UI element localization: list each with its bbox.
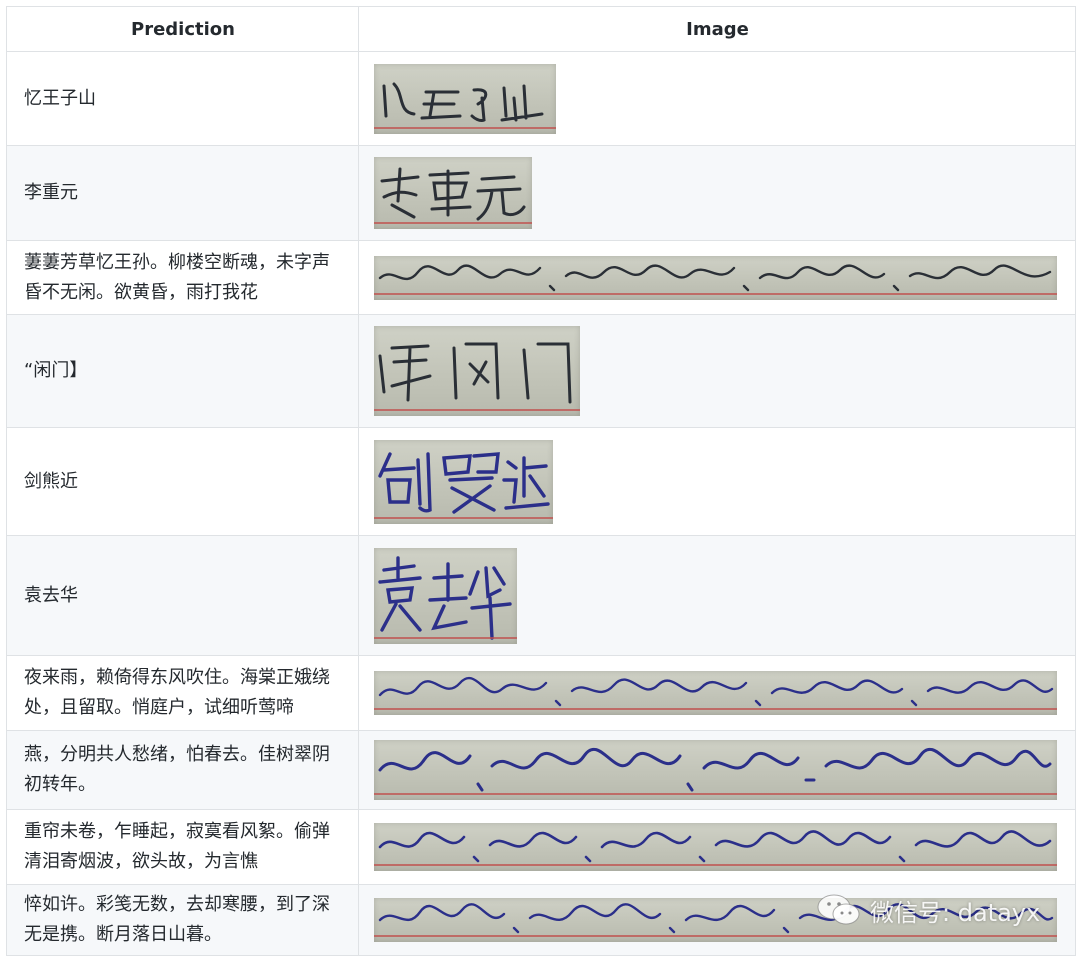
table-row: “闲门】: [6, 314, 1076, 428]
table-row: 萋萋芳草忆王孙。柳楼空断魂，未字声昏不无闲。欲黄昏，雨打我花: [6, 240, 1076, 315]
prediction-text: 袁去华: [6, 535, 359, 656]
watermark: 微信号: datayx: [816, 892, 1040, 928]
table-row: 袁去华: [6, 535, 1076, 656]
table-row: 李重元: [6, 145, 1076, 241]
handwriting-image: [374, 326, 580, 416]
prediction-text: 李重元: [6, 145, 359, 241]
prediction-text: 悴如许。彩笺无数，去却寒腰，到了深无是携。断月落日山暮。: [6, 884, 359, 956]
prediction-text: “闲门】: [6, 314, 359, 428]
handwriting-image: [374, 255, 1057, 300]
prediction-table: Prediction Image 忆王子山 李重元 萋萋芳草忆王孙。柳楼空断魂，…: [6, 6, 1076, 956]
table-row: 夜来雨，赖倚得东风吹住。海棠正娥绕处，且留取。悄庭户，试细听莺啼: [6, 655, 1076, 731]
wechat-icon: [817, 894, 860, 925]
prediction-text: 夜来雨，赖倚得东风吹住。海棠正娥绕处，且留取。悄庭户，试细听莺啼: [6, 655, 359, 731]
prediction-text: 剑熊近: [6, 427, 359, 536]
watermark-text: 微信号: datayx: [870, 898, 1041, 927]
column-header-prediction: Prediction: [6, 6, 359, 52]
handwriting-image: [374, 740, 1057, 800]
prediction-text: 萋萋芳草忆王孙。柳楼空断魂，未字声昏不无闲。欲黄昏，雨打我花: [6, 240, 359, 315]
table-row: 剑熊近: [6, 427, 1076, 536]
handwriting-image: [374, 63, 556, 134]
handwriting-image: [374, 671, 1057, 715]
prediction-text: 忆王子山: [6, 51, 359, 146]
prediction-text: 重帘未卷，乍睡起，寂寞看风絮。偷弹清泪寄烟波，欲头故，为言憔: [6, 809, 359, 885]
handwriting-image: [374, 823, 1057, 871]
table-header-row: Prediction Image: [6, 6, 1076, 52]
column-header-image: Image: [358, 6, 1076, 52]
table-row: 忆王子山: [6, 51, 1076, 146]
handwriting-image: [374, 547, 517, 644]
handwriting-image: [374, 439, 553, 524]
table-row: 燕，分明共人愁绪，怕春去。佳树翠阴初转年。: [6, 730, 1076, 810]
handwriting-image: [374, 157, 532, 229]
table-row: 重帘未卷，乍睡起，寂寞看风絮。偷弹清泪寄烟波，欲头故，为言憔: [6, 809, 1076, 885]
prediction-text: 燕，分明共人愁绪，怕春去。佳树翠阴初转年。: [6, 730, 359, 810]
